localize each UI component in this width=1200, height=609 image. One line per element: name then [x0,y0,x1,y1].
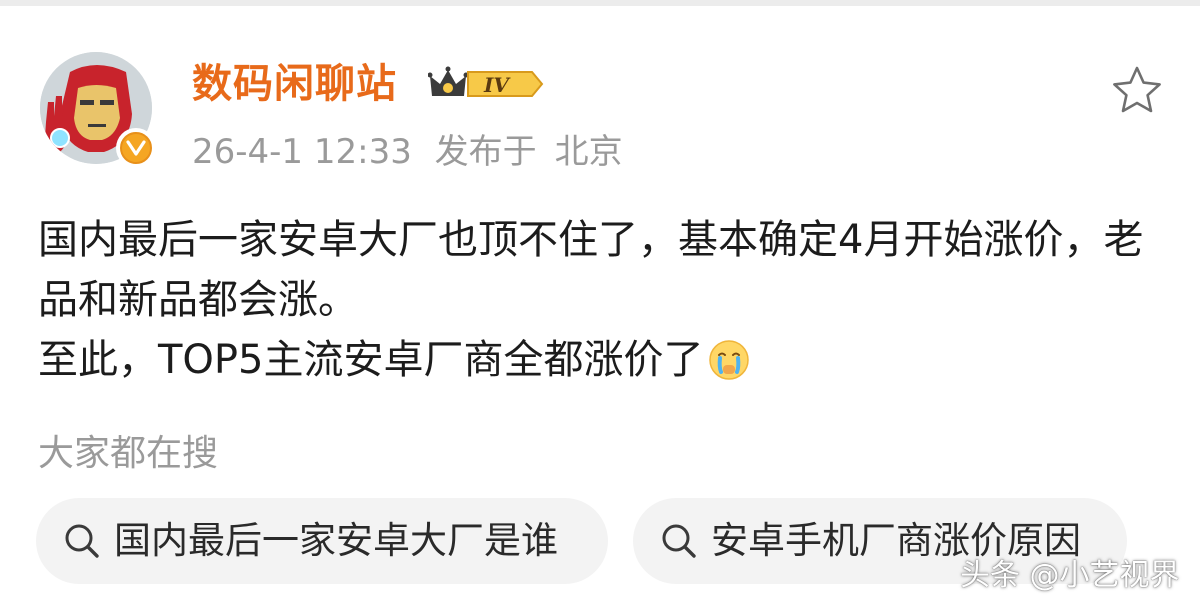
chip-label: 国内最后一家安卓大厂是谁 [114,519,558,562]
star-outline-icon [1113,66,1161,113]
user-level-badge: IV [427,64,546,104]
level-text: IV [483,73,511,97]
search-icon [662,524,696,558]
crying-emoji-icon [708,338,750,380]
post-paragraph-1: 国内最后一家安卓大厂也顶不住了，基本确定4月开始涨价，老品和新品都会涨。 [38,217,1144,323]
post-paragraph-2-text: 至此，TOP5主流安卓厂商全都涨价了 [38,337,704,383]
trending-search-chip[interactable]: 国内最后一家安卓大厂是谁 [36,498,608,584]
post-location: 北京 [554,132,623,172]
post-timestamp: 26-4-1 12:33 [192,132,412,172]
verified-v-icon [120,132,152,164]
trending-search-heading: 大家都在搜 [38,433,219,474]
published-label: 发布于 [434,132,537,172]
top-divider [0,0,1200,6]
search-icon [65,524,99,558]
author-name[interactable]: 数码闲聊站 [192,58,397,110]
verified-badge [116,128,156,168]
post-paragraph-2: 至此，TOP5主流安卓厂商全都涨价了 [38,330,1168,390]
post-meta: 26-4-1 12:33 发布于 北京 [192,130,635,174]
favorite-button[interactable] [1110,64,1164,116]
source-watermark: 头条 @小艺视界 [960,558,1180,593]
author-avatar[interactable] [40,52,156,168]
post-content: 国内最后一家安卓大厂也顶不住了，基本确定4月开始涨价，老品和新品都会涨。 至此，… [38,210,1168,390]
